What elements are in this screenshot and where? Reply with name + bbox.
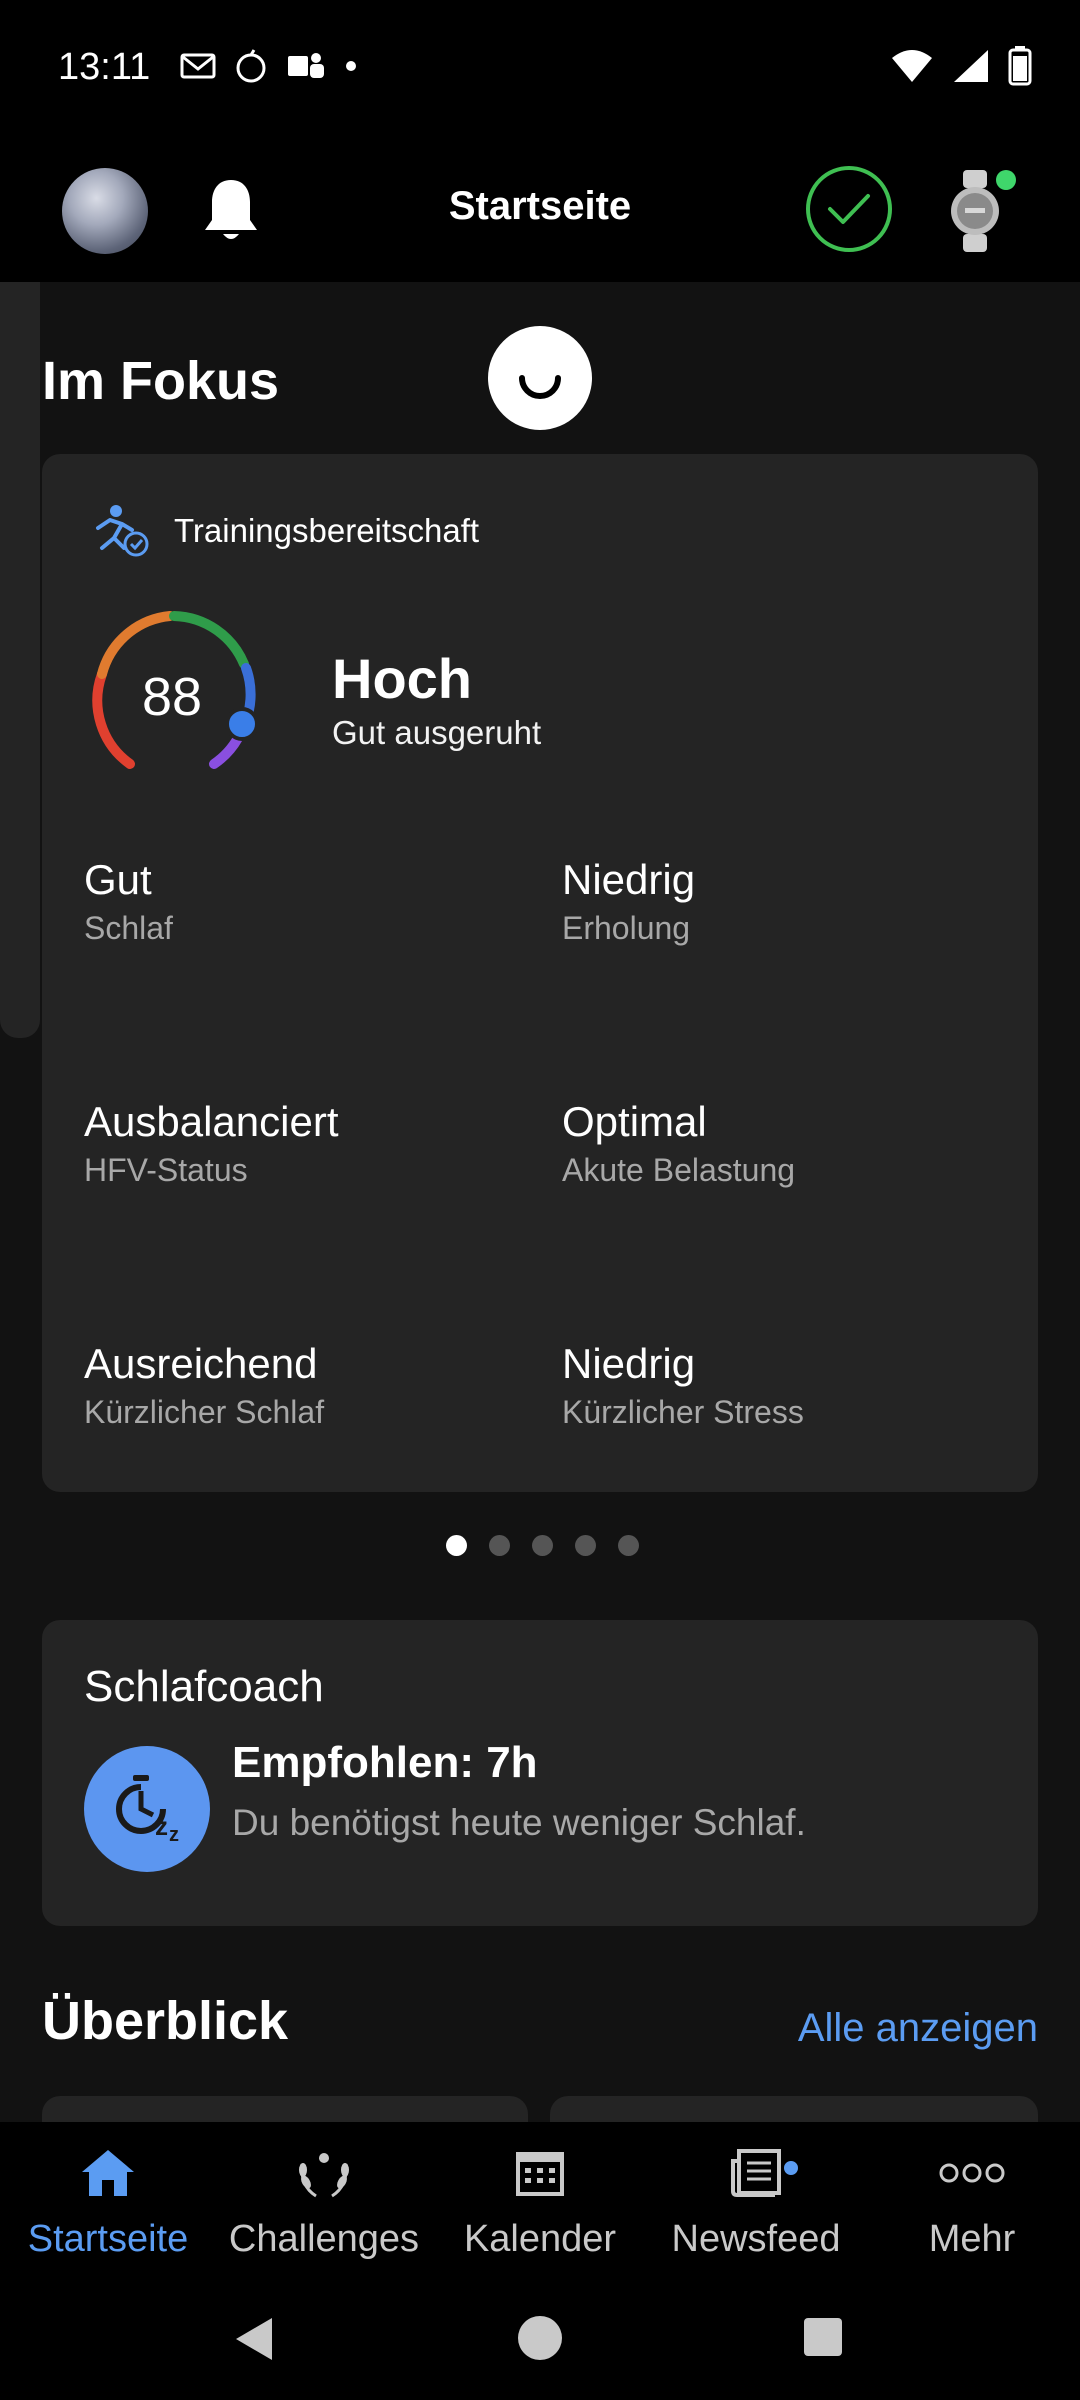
metric-label: Akute Belastung <box>562 1152 796 1188</box>
page-title: Startseite <box>448 184 632 228</box>
app-bar: Startseite <box>0 134 1080 282</box>
nav-label: Challenges <box>228 2218 420 2260</box>
check-icon <box>828 194 870 224</box>
system-navigation-bar <box>0 2284 1080 2400</box>
metric-recovery: Niedrig Erholung <box>562 856 695 947</box>
metric-recent-stress: Niedrig Kürzlicher Stress <box>562 1340 804 1431</box>
readiness-score: 88 <box>141 667 203 727</box>
metric-label: Kürzlicher Stress <box>562 1394 804 1430</box>
sleep-recommendation: Empfohlen: 7h <box>232 1738 538 1787</box>
device-connected-badge <box>996 170 1016 190</box>
app-notification-icon <box>236 49 266 83</box>
signal-icon <box>954 50 988 82</box>
back-icon[interactable] <box>232 2314 276 2364</box>
home-icon <box>82 2150 134 2196</box>
sleep-message: Du benötigst heute weniger Schlaf. <box>232 1802 806 1843</box>
metric-value: Gut <box>84 856 152 903</box>
recents-icon[interactable] <box>802 2316 844 2358</box>
svg-text:z: z <box>155 1811 168 1841</box>
nav-label: Mehr <box>928 2218 1016 2260</box>
metric-value: Ausbalanciert <box>84 1098 339 1145</box>
nav-label: Kalender <box>463 2218 617 2260</box>
bottom-nav: Startseite Challenges Kalender Newsfeed … <box>0 2122 1080 2284</box>
card-title: Trainingsbereitschaft <box>174 512 480 549</box>
metric-value: Ausreichend <box>84 1340 318 1387</box>
nav-item-newsfeed[interactable]: Newsfeed <box>648 2142 864 2261</box>
readiness-level: Hoch <box>332 647 472 710</box>
metric-acute-load: Optimal Akute Belastung <box>562 1098 795 1189</box>
sleep-coach-icon: z z <box>84 1746 210 1872</box>
wifi-icon <box>892 50 932 82</box>
nav-item-more[interactable]: Mehr <box>864 2142 1080 2261</box>
teams-icon <box>288 53 324 78</box>
sync-status-button[interactable] <box>806 166 892 252</box>
calendar-icon <box>516 2152 564 2196</box>
metric-hrv-status: Ausbalanciert HFV-Status <box>84 1098 338 1189</box>
readiness-level-description: Gut ausgeruht <box>332 714 542 751</box>
battery-icon <box>1008 46 1032 86</box>
show-all-link[interactable]: Alle anzeigen <box>798 2006 1038 2051</box>
newsfeed-icon <box>731 2149 781 2197</box>
nav-item-calendar[interactable]: Kalender <box>432 2142 648 2261</box>
metric-recent-sleep: Ausreichend Kürzlicher Schlaf <box>84 1340 324 1431</box>
svg-text:z: z <box>169 1824 179 1846</box>
nav-item-challenges[interactable]: Challenges <box>216 2142 432 2261</box>
metric-label: Schlaf <box>84 910 173 946</box>
loading-spinner <box>488 326 592 430</box>
overview-section-title: Überblick <box>42 1991 289 2051</box>
metric-label: HFV-Status <box>84 1152 248 1188</box>
status-bar: 13:11 <box>0 0 1080 134</box>
training-readiness-icon <box>96 505 149 557</box>
metric-label: Erholung <box>562 910 691 946</box>
carousel-page-indicator <box>446 1535 639 1556</box>
metric-sleep: Gut Schlaf <box>84 856 173 947</box>
page-dot[interactable] <box>618 1535 639 1556</box>
page-dot[interactable] <box>489 1535 510 1556</box>
sleep-coach-title: Schlafcoach <box>84 1662 324 1711</box>
refresh-spinner-icon <box>519 375 561 399</box>
mail-icon <box>180 53 216 79</box>
sleep-coach-card[interactable]: Schlafcoach z z Empfohlen: 7h Du benötig… <box>42 1620 1038 1926</box>
page-dot[interactable] <box>575 1535 596 1556</box>
page-dot[interactable] <box>532 1535 553 1556</box>
nav-item-home[interactable]: Startseite <box>0 2142 216 2261</box>
focus-section-title: Im Fokus <box>42 351 280 411</box>
page-dot[interactable] <box>446 1535 467 1556</box>
metric-label: Kürzlicher Schlaf <box>84 1394 325 1430</box>
metric-value: Optimal <box>562 1098 707 1145</box>
notification-icons <box>180 48 358 84</box>
system-status-icons <box>890 46 1032 86</box>
card-header: Trainingsbereitschaft <box>88 504 479 558</box>
status-time: 13:11 <box>58 46 151 88</box>
metric-value: Niedrig <box>562 856 696 903</box>
laurel-icon <box>299 2153 349 2198</box>
more-icon <box>939 2163 1005 2183</box>
nav-label: Newsfeed <box>671 2218 841 2260</box>
newsfeed-unread-badge <box>781 2158 801 2178</box>
more-notifications-icon <box>346 61 356 71</box>
sleep-timer-icon: z z <box>116 1775 179 1846</box>
nav-label: Startseite <box>27 2218 189 2260</box>
training-readiness-card[interactable]: Trainingsbereitschaft 88 Hoch Gut ausger… <box>42 454 1038 1492</box>
home-button-icon[interactable] <box>516 2314 564 2362</box>
metric-value: Niedrig <box>562 1340 696 1387</box>
